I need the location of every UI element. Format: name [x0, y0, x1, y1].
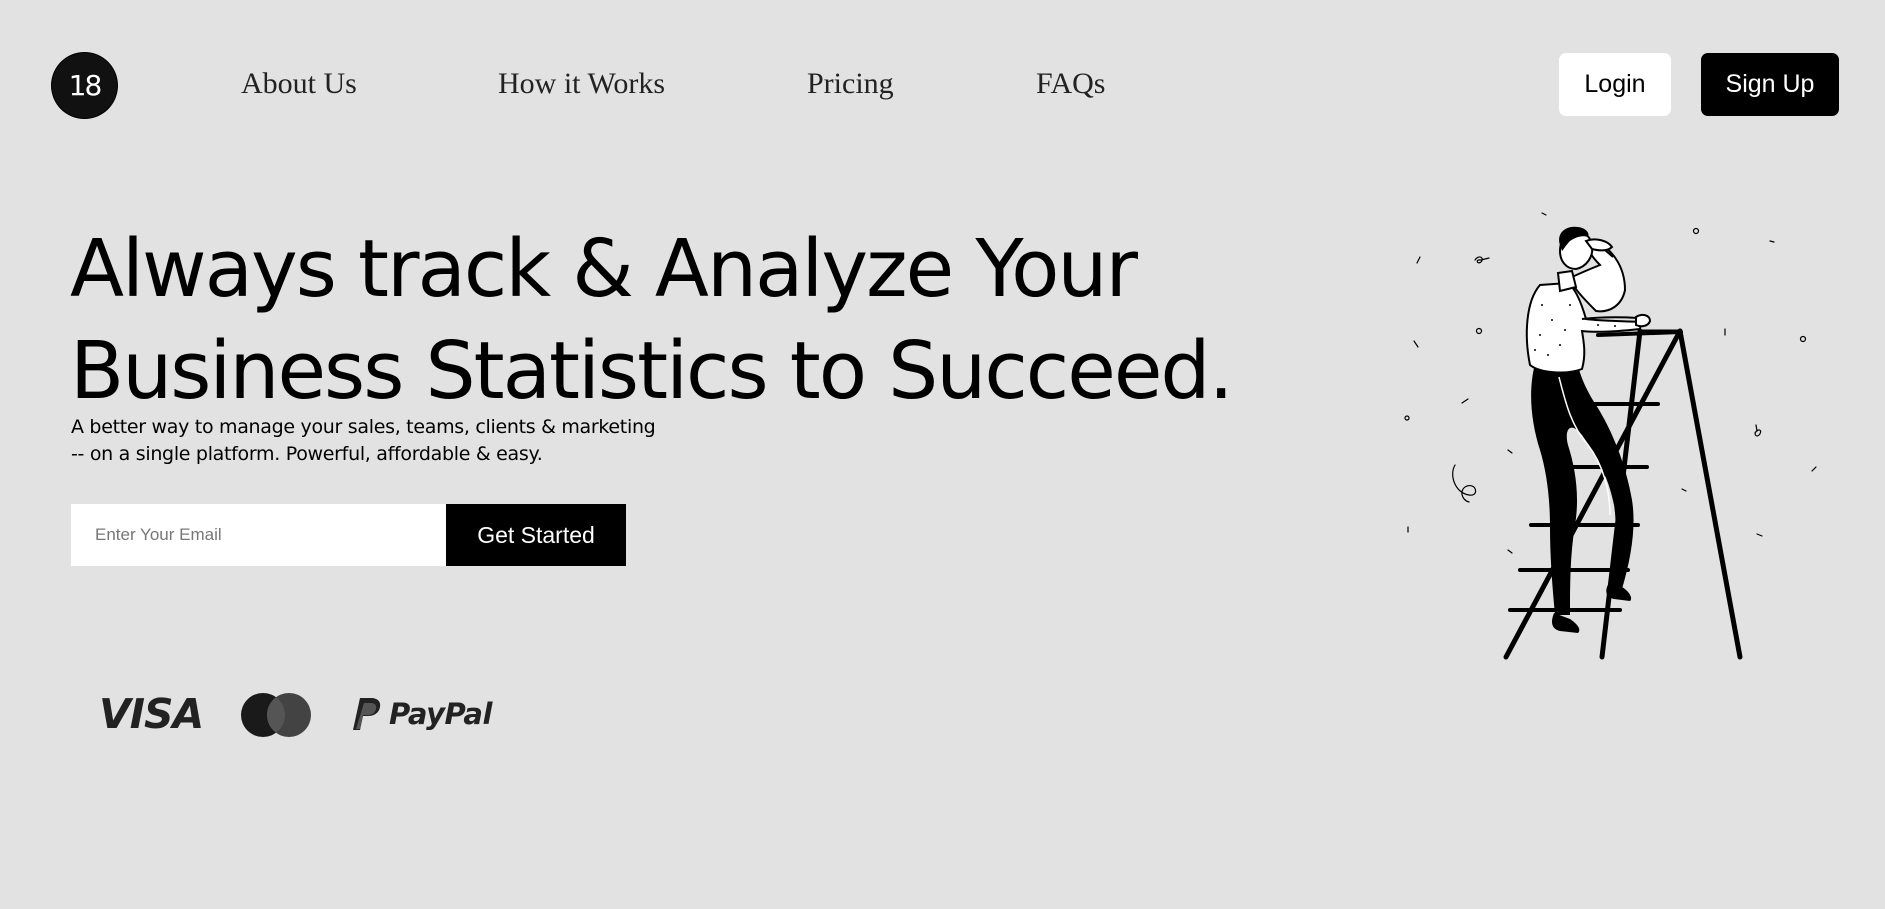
visa-logo: VISA: [99, 690, 204, 738]
signup-button[interactable]: Sign Up: [1701, 53, 1839, 116]
mastercard-logo: [241, 693, 311, 737]
paypal-logo: PayPal: [353, 697, 492, 731]
hero-subtitle-line-1: A better way to manage your sales, teams…: [71, 416, 656, 438]
hero-title-line-1: Always track & Analyze Your: [70, 223, 1138, 315]
logo[interactable]: 18: [52, 53, 117, 118]
hero-title: Always track & Analyze Your Business Sta…: [70, 218, 1234, 422]
email-input[interactable]: [71, 504, 446, 566]
nav-pricing[interactable]: Pricing: [807, 66, 894, 102]
logo-text: 18: [68, 69, 103, 102]
hero-subtitle: A better way to manage your sales, teams…: [71, 414, 656, 468]
hero-title-line-2: Business Statistics to Succeed.: [70, 325, 1234, 417]
paypal-p-icon: [353, 698, 381, 730]
nav-how-it-works[interactable]: How it Works: [498, 66, 665, 102]
hero-subtitle-line-2: -- on a single platform. Powerful, affor…: [71, 443, 543, 465]
get-started-button[interactable]: Get Started: [446, 504, 626, 566]
man-on-ladder-illustration: [1404, 212, 1817, 660]
login-button[interactable]: Login: [1559, 53, 1671, 116]
paypal-text: PayPal: [389, 697, 492, 731]
nav-about-us[interactable]: About Us: [241, 66, 357, 102]
nav-faqs[interactable]: FAQs: [1036, 66, 1105, 102]
